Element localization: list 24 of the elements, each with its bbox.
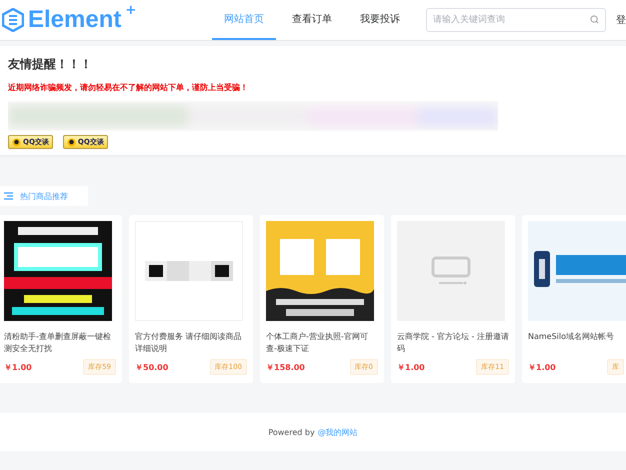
footer-text: Powered by	[268, 428, 315, 436]
logo-text: Element	[28, 6, 122, 34]
product-title: 官方付费服务 请仔细阅读商品详细说明	[135, 331, 243, 355]
logo-mark: +	[125, 3, 136, 18]
product-title: 个体工商户-营业执照-官网可查-极速下证	[266, 331, 369, 355]
logo-icon	[2, 8, 24, 32]
login-link[interactable]: 登	[616, 0, 626, 40]
product-price: ￥1.00	[397, 362, 425, 372]
product-price: ￥50.00	[135, 362, 168, 372]
product-price: ￥158.00	[266, 362, 305, 372]
monitor-icon	[431, 256, 471, 286]
product-title: NameSilo域名网站帐号	[528, 331, 616, 343]
search-field[interactable]: 请输入关键词查询	[426, 8, 606, 32]
search-icon	[590, 15, 599, 24]
notice-message: 近期网络诈骗频发，请勿轻易在不了解的网站下单，谨防上当受骗！	[8, 82, 249, 93]
notice-title: 友情提醒！！！	[8, 56, 93, 73]
product-title: 清粉助手-查单删查屏蔽一键检测安全无打扰	[4, 331, 112, 355]
nav-tab[interactable]: 我要投诉	[348, 0, 412, 40]
product-title: 云商学院 - 官方论坛 - 注册邀请码	[397, 331, 509, 355]
nav-tab[interactable]: 查看订单	[280, 0, 344, 40]
list-icon	[4, 192, 14, 200]
product-price: ￥1.00	[528, 362, 556, 372]
product-price: ￥1.00	[4, 362, 32, 372]
section-title: 热门商品推荐	[20, 190, 68, 202]
